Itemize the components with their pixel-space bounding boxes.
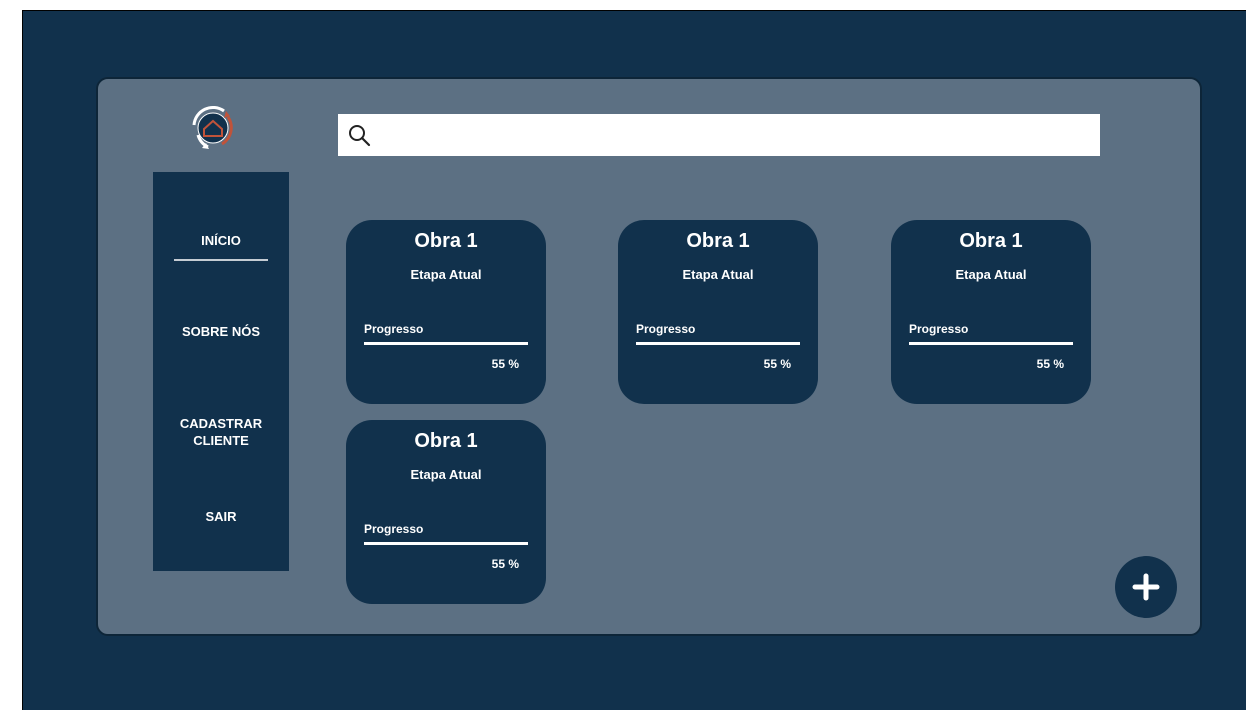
project-card[interactable]: Obra 1 Etapa Atual Progresso 55 % [346,420,546,604]
card-progress-bar [364,542,528,545]
card-progress-label: Progresso [364,322,424,336]
card-progress-fill [364,342,528,345]
card-progress-value: 55 % [1036,357,1064,371]
sidebar-item-label: CADASTRAR CLIENTE [179,416,263,448]
card-progress-value: 55 % [491,557,519,571]
sidebar-item-label: INÍCIO [201,233,241,248]
project-card[interactable]: Obra 1 Etapa Atual Progresso 55 % [891,220,1091,404]
sidebar-nav: INÍCIO SOBRE NÓS CADASTRAR CLIENTE SAIR [153,172,289,571]
sidebar-item-cadastrar-cliente[interactable]: CADASTRAR CLIENTE [153,415,289,449]
card-stage: Etapa Atual [682,267,754,282]
sidebar-item-sair[interactable]: SAIR [153,508,289,525]
card-progress-value: 55 % [491,357,519,371]
sidebar-item-label: SAIR [205,509,237,524]
card-title: Obra 1 [686,230,750,252]
search-input[interactable] [380,114,1094,158]
card-title: Obra 1 [959,230,1023,252]
search-icon [349,125,371,147]
card-stage: Etapa Atual [410,267,482,282]
main-panel: INÍCIO SOBRE NÓS CADASTRAR CLIENTE SAIR … [96,77,1202,636]
card-stage: Etapa Atual [955,267,1027,282]
plus-icon [1132,573,1160,601]
card-progress-label: Progresso [909,322,969,336]
card-progress-fill [909,342,1073,345]
card-progress-fill [636,342,800,345]
add-project-button[interactable] [1115,556,1177,618]
project-card[interactable]: Obra 1 Etapa Atual Progresso 55 % [618,220,818,404]
card-progress-bar [364,342,528,345]
card-progress-value: 55 % [763,357,791,371]
active-indicator [174,259,268,261]
sidebar-item-inicio[interactable]: INÍCIO [153,232,289,261]
card-progress-fill [364,542,528,545]
app-background: INÍCIO SOBRE NÓS CADASTRAR CLIENTE SAIR … [22,10,1246,710]
card-title: Obra 1 [414,230,478,252]
card-progress-bar [909,342,1073,345]
search-bar[interactable] [338,114,1100,158]
company-logo-icon [184,99,242,157]
card-stage: Etapa Atual [410,467,482,482]
project-card[interactable]: Obra 1 Etapa Atual Progresso 55 % [346,220,546,404]
card-title: Obra 1 [414,430,478,452]
sidebar-item-sobre-nos[interactable]: SOBRE NÓS [153,323,289,340]
card-progress-label: Progresso [636,322,696,336]
card-progress-label: Progresso [364,522,424,536]
card-progress-bar [636,342,800,345]
sidebar-item-label: SOBRE NÓS [181,324,260,339]
